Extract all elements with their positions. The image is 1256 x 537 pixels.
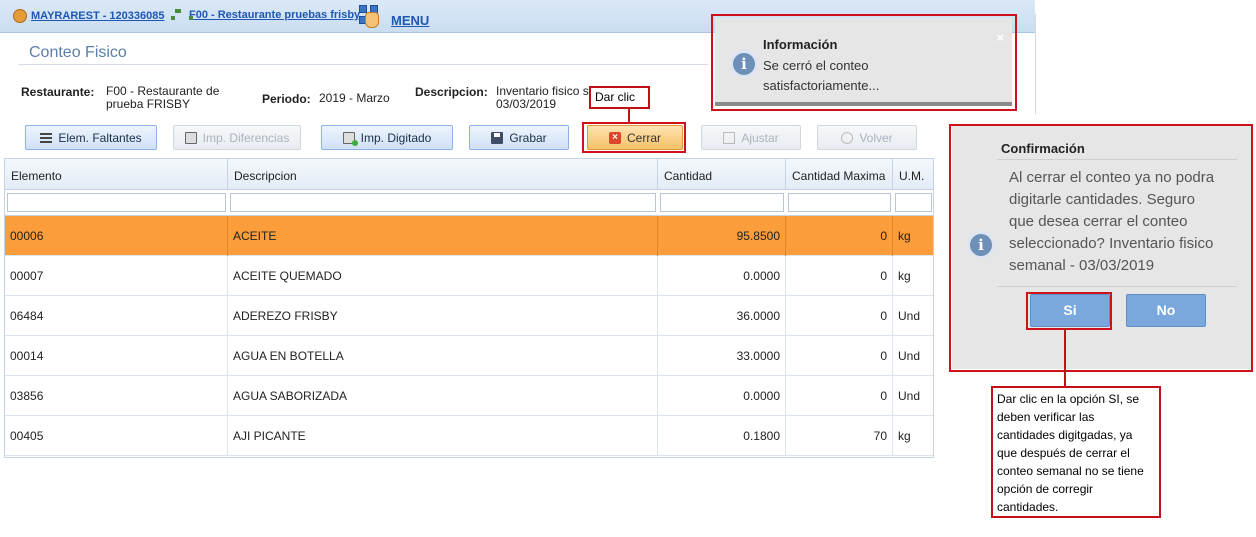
- inventory-grid: Elemento Descripcion Cantidad Cantidad M…: [4, 158, 934, 458]
- cell-cantidad-maxima: 0: [786, 216, 893, 256]
- restaurante-value: F00 - Restaurante de prueba FRISBY: [106, 84, 220, 111]
- column-header-um[interactable]: U.M.: [893, 159, 933, 190]
- print-check-icon: [342, 131, 358, 146]
- cell-um: kg: [898, 429, 911, 443]
- imp-digitado-button[interactable]: Imp. Digitado: [321, 125, 453, 150]
- network-icon: [171, 9, 193, 21]
- restaurant-link[interactable]: F00 - Restaurante pruebas frisby: [171, 9, 360, 21]
- menu-label[interactable]: MENU: [391, 13, 429, 28]
- imp-diferencias-label: Imp. Diferencias: [202, 130, 290, 145]
- cell-cantidad[interactable]: 0.0000: [658, 376, 786, 416]
- table-row[interactable]: 00006 ACEITE 95.8500 0 kg: [5, 216, 933, 256]
- page-title: Conteo Fisico: [29, 44, 127, 61]
- column-header-descripcion[interactable]: Descripcion: [228, 159, 658, 190]
- grabar-button[interactable]: Grabar: [469, 125, 569, 150]
- cell-cantidad[interactable]: 0.0000: [658, 256, 786, 296]
- filter-cantidad-maxima-input[interactable]: [788, 193, 891, 212]
- print-icon: [184, 131, 197, 144]
- cell-descripcion: AGUA SABORIZADA: [228, 376, 658, 416]
- cell-cantidad-maxima: 0: [786, 376, 893, 416]
- cell-elemento: 06484: [5, 296, 228, 336]
- imp-digitado-label: Imp. Digitado: [360, 130, 432, 145]
- elem-faltantes-label: Elem. Faltantes: [58, 130, 142, 145]
- instruction-callout: Dar clic en la opción SI, se deben verif…: [991, 386, 1161, 518]
- cell-um: Und: [898, 309, 921, 323]
- cell-elemento: 00007: [5, 256, 228, 296]
- panel-divider: [1035, 14, 1036, 114]
- grabar-label: Grabar: [509, 130, 547, 145]
- descripcion-label: Descripcion:: [415, 85, 488, 99]
- title-divider: [18, 64, 708, 65]
- cell-cantidad-maxima: 0: [786, 256, 893, 296]
- periodo-value: 2019 - Marzo: [319, 91, 390, 105]
- ajustar-button[interactable]: Ajustar: [701, 125, 801, 150]
- yes-button-highlight: [1026, 292, 1112, 330]
- menu-button[interactable]: MENU: [357, 3, 429, 28]
- callout-connector: [1064, 330, 1066, 388]
- user-link-label[interactable]: MAYRAREST - 120336085: [31, 10, 165, 22]
- filter-elemento-input[interactable]: [7, 193, 226, 212]
- volver-label: Volver: [859, 130, 893, 145]
- cell-descripcion: AGUA EN BOTELLA: [228, 336, 658, 376]
- dar-clic-connector: [628, 109, 630, 123]
- cell-um: Und: [898, 349, 921, 363]
- cerrar-highlight: [582, 122, 686, 153]
- periodo-label: Periodo:: [262, 92, 311, 106]
- filter-cantidad-input[interactable]: [660, 193, 784, 212]
- table-row[interactable]: 03856 AGUA SABORIZADA 0.0000 0 Und: [5, 376, 933, 416]
- elem-faltantes-button[interactable]: Elem. Faltantes: [25, 125, 157, 150]
- cell-cantidad[interactable]: 33.0000: [658, 336, 786, 376]
- notification-highlight: [711, 14, 1017, 111]
- column-header-elemento[interactable]: Elemento: [5, 159, 228, 190]
- cell-cantidad[interactable]: 36.0000: [658, 296, 786, 336]
- cell-elemento: 00006: [5, 216, 228, 256]
- cell-um: Und: [898, 389, 921, 403]
- cell-um: kg: [898, 269, 911, 283]
- volver-button[interactable]: Volver: [817, 125, 917, 150]
- back-arrow-icon: [841, 131, 854, 144]
- cell-cantidad[interactable]: 95.8500: [658, 216, 786, 256]
- filter-descripcion-input[interactable]: [230, 193, 656, 212]
- column-header-cantidad[interactable]: Cantidad: [658, 159, 786, 190]
- cell-elemento: 00405: [5, 416, 228, 456]
- cell-elemento: 00014: [5, 336, 228, 376]
- cell-cantidad-maxima: 0: [786, 296, 893, 336]
- user-link[interactable]: MAYRAREST - 120336085: [13, 9, 165, 23]
- filter-row: [5, 190, 933, 216]
- menu-icon: [357, 4, 387, 28]
- table-row[interactable]: 00405 AJI PICANTE 0.1800 70 kg: [5, 416, 933, 456]
- restaurant-link-label[interactable]: F00 - Restaurante pruebas frisby: [189, 9, 360, 21]
- cell-elemento: 03856: [5, 376, 228, 416]
- cell-descripcion: AJI PICANTE: [228, 416, 658, 456]
- cell-descripcion: ADEREZO FRISBY: [228, 296, 658, 336]
- cell-descripcion: ACEITE QUEMADO: [228, 256, 658, 296]
- table-row[interactable]: 00014 AGUA EN BOTELLA 33.0000 0 Und: [5, 336, 933, 376]
- dialog-highlight: [949, 124, 1253, 372]
- descripcion-value: Inventario fisico s 03/03/2019: [496, 84, 589, 111]
- ajustar-label: Ajustar: [741, 130, 779, 145]
- dar-clic-callout: Dar clic: [589, 86, 650, 109]
- cell-cantidad-maxima: 0: [786, 336, 893, 376]
- user-icon: [13, 9, 27, 23]
- column-header-cantidad-maxima[interactable]: Cantidad Maxima: [786, 159, 893, 190]
- list-icon: [40, 132, 53, 144]
- cell-cantidad-maxima: 70: [786, 416, 893, 456]
- cell-cantidad[interactable]: 0.1800: [658, 416, 786, 456]
- cell-um: kg: [898, 229, 911, 243]
- restaurante-label: Restaurante:: [21, 85, 95, 99]
- cell-descripcion: ACEITE: [228, 216, 658, 256]
- adjust-icon: [723, 131, 736, 144]
- imp-diferencias-button[interactable]: Imp. Diferencias: [173, 125, 301, 150]
- table-row[interactable]: 06484 ADEREZO FRISBY 36.0000 0 Und: [5, 296, 933, 336]
- save-icon: [491, 131, 504, 144]
- filter-um-input[interactable]: [895, 193, 932, 212]
- table-row[interactable]: 00007 ACEITE QUEMADO 0.0000 0 kg: [5, 256, 933, 296]
